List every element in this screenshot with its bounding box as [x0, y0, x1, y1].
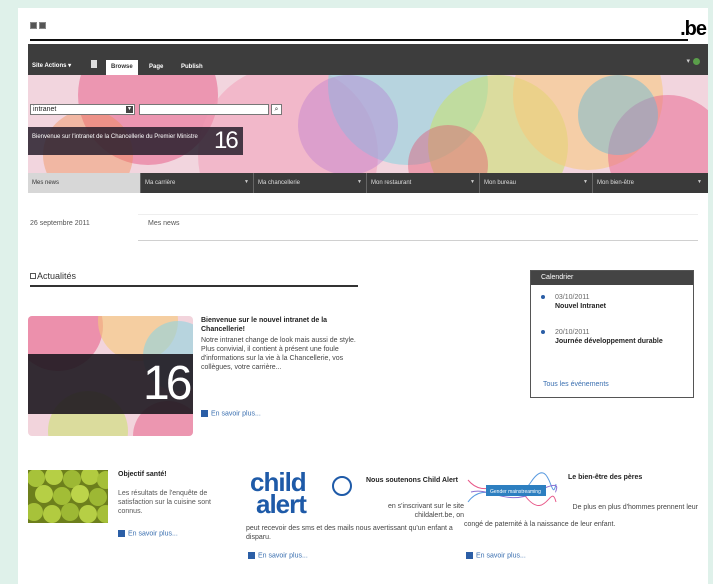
limes-image[interactable]	[28, 470, 108, 523]
feature-more-link[interactable]: En savoir plus...	[201, 410, 261, 417]
tab-page[interactable]: Page	[144, 60, 168, 75]
card-body: en s'inscrivant sur le site childalert.b…	[387, 503, 464, 519]
calendar-event[interactable]: 03/10/2011 Nouvel Intranet	[541, 293, 606, 311]
nav-item-mon-bureau[interactable]: Mon bureau ▼	[480, 173, 593, 193]
divider	[138, 214, 698, 215]
arrow-icon	[466, 552, 473, 559]
breadcrumb: Mes news	[148, 220, 180, 227]
arrow-icon	[201, 410, 208, 417]
arrow-icon	[248, 552, 255, 559]
square-icon	[30, 273, 36, 279]
all-events-link[interactable]: Tous les événements	[543, 381, 609, 388]
feature-body: Notre intranet change de look mais aussi…	[201, 337, 356, 371]
tab-publish[interactable]: Publish	[176, 60, 208, 75]
feature-title[interactable]: Bienvenue sur le nouvel intranet de la C…	[201, 316, 363, 334]
divider	[30, 39, 688, 41]
chevron-down-icon: ▼	[697, 179, 702, 185]
gender-mainstreaming-logo[interactable]: Gender mainstreaming	[466, 472, 558, 514]
chevron-down-icon: ▼	[244, 179, 249, 185]
square-icon	[39, 22, 46, 29]
card-more-link[interactable]: En savoir plus...	[466, 552, 526, 559]
section-heading: Actualités	[30, 271, 76, 281]
main-nav: Mes news Ma carrière ▼ Ma chancellerie ▼ M…	[28, 173, 708, 193]
feature-number: 16	[143, 357, 192, 410]
nav-item-ma-chancellerie[interactable]: Ma chancellerie ▼	[254, 173, 367, 193]
card-body-continued: peut recevoir des sms et des mails nous …	[246, 525, 453, 541]
nav-item-mon-restaurant[interactable]: Mon restaurant ▼	[367, 173, 480, 193]
window-icons	[30, 22, 46, 29]
divider	[30, 285, 358, 287]
calendar-widget: Calendrier 03/10/2011 Nouvel Intranet 20…	[530, 270, 694, 398]
bullet-icon	[541, 330, 545, 334]
search-icon[interactable]: ⌕	[271, 104, 282, 115]
child-alert-logo[interactable]: child alert	[250, 469, 355, 517]
divider	[138, 240, 698, 241]
sharepoint-ribbon: Site Actions ▾ Browse Page Publish ▾	[28, 44, 708, 75]
welcome-text: Bienvenue sur l'intranet de la Chancelle…	[32, 134, 198, 140]
user-icon[interactable]	[693, 57, 700, 65]
nav-item-mon-bien-etre[interactable]: Mon bien-être ▼	[593, 173, 706, 193]
banner: intranet ▼ ⌕ Bienvenue sur l'intranet de…	[28, 75, 708, 173]
site-selector[interactable]: intranet ▼	[30, 104, 135, 115]
card-title[interactable]: Le bien-être des pères	[568, 473, 683, 482]
search-input[interactable]	[139, 104, 269, 115]
chevron-down-icon: ▼	[470, 179, 475, 185]
square-icon	[30, 22, 37, 29]
card-body: Les résultats de l'enquête de satisfacti…	[118, 490, 211, 515]
chevron-down-icon: ▼	[357, 179, 362, 185]
arrow-icon	[118, 530, 125, 537]
site-actions-menu[interactable]: Site Actions ▾	[32, 62, 71, 69]
tab-browse[interactable]: Browse	[106, 60, 138, 75]
child-icon	[332, 476, 352, 496]
calendar-event[interactable]: 20/10/2011 Journée développement durable	[541, 328, 686, 346]
gender-logo-text: Gender mainstreaming	[490, 489, 541, 495]
calendar-title: Calendrier	[531, 271, 693, 285]
card-body: De plus en plus d'hommes prennent leur	[572, 504, 698, 511]
ribbon-right-icons: ▾	[686, 57, 700, 65]
page: .be Site Actions ▾ Browse Page Publish ▾…	[18, 8, 708, 584]
card-title[interactable]: Objectif santé!	[118, 471, 167, 478]
card-body-continued: congé de paternité à la naissance de leu…	[464, 521, 616, 528]
navigate-up-icon[interactable]	[91, 60, 97, 68]
feature-image[interactable]: 16	[28, 316, 193, 436]
card-title[interactable]: Nous soutenons Child Alert	[366, 476, 466, 485]
welcome-box: Bienvenue sur l'intranet de la Chancelle…	[28, 127, 243, 155]
current-date: 26 septembre 2011	[30, 220, 90, 227]
banner-number: 16	[214, 127, 239, 154]
chevron-down-icon: ▼	[583, 179, 588, 185]
be-logo[interactable]: .be	[680, 18, 707, 41]
gender-logo-artwork: Gender mainstreaming	[467, 472, 558, 506]
banner-artwork	[28, 75, 708, 173]
card-more-link[interactable]: En savoir plus...	[248, 552, 308, 559]
nav-item-mes-news[interactable]: Mes news	[28, 173, 141, 193]
nav-item-ma-carriere[interactable]: Ma carrière ▼	[141, 173, 254, 193]
bullet-icon	[541, 295, 545, 299]
limes-artwork	[28, 470, 108, 523]
card-more-link[interactable]: En savoir plus...	[118, 530, 178, 537]
top-strip: .be	[18, 8, 708, 44]
chevron-down-icon: ▼	[126, 106, 133, 113]
